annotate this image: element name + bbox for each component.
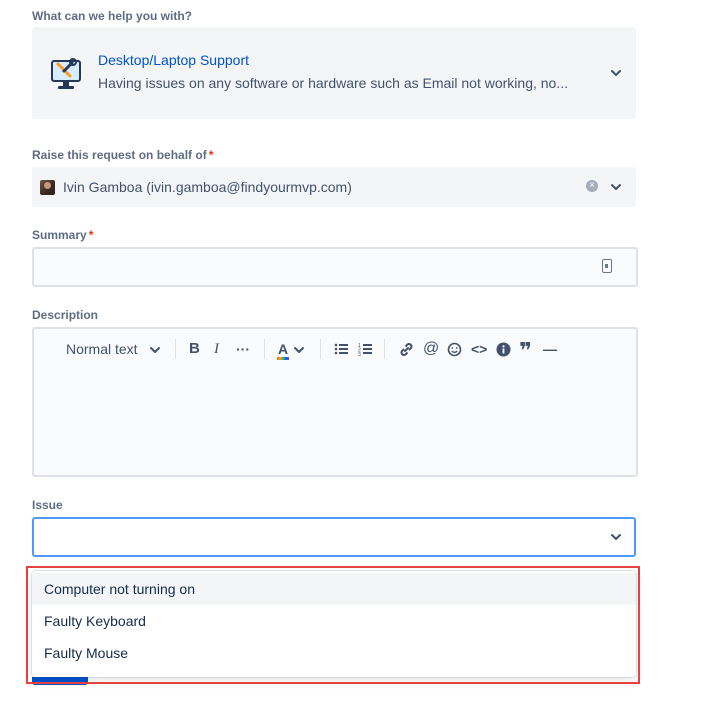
info-icon[interactable] xyxy=(496,342,511,357)
description-label: Description xyxy=(32,308,99,322)
color-bar xyxy=(277,357,289,360)
text-style-dropdown[interactable]: Normal text xyxy=(66,339,138,359)
request-type-title[interactable]: Desktop/Laptop Support xyxy=(98,52,249,68)
summary-label: Summary * xyxy=(32,228,93,242)
toolbar-divider xyxy=(320,339,321,359)
toolbar-divider xyxy=(175,339,176,359)
toolbar-divider xyxy=(264,339,265,359)
summary-label-text: Summary xyxy=(32,228,87,242)
quote-button[interactable]: ❞ xyxy=(519,340,532,362)
request-type-heading: What can we help you with? xyxy=(32,9,193,23)
chevron-down-icon[interactable] xyxy=(610,531,622,543)
description-text-area[interactable] xyxy=(34,369,636,475)
text-color-label: A xyxy=(278,341,289,357)
highlight-box xyxy=(26,566,640,684)
request-type-card[interactable]: Desktop/Laptop Support Having issues on … xyxy=(32,27,636,119)
description-editor[interactable]: Normal text B I ··· A 1 2 3 @ <> ❞ — xyxy=(32,327,638,477)
text-style-label: Normal text xyxy=(66,341,138,357)
behalf-select[interactable]: Ivin Gamboa (ivin.gamboa@findyourmvp.com… xyxy=(32,167,636,207)
bold-button[interactable]: B xyxy=(189,339,200,359)
chevron-down-icon[interactable] xyxy=(610,67,622,79)
chevron-down-icon[interactable] xyxy=(293,344,305,356)
behalf-label: Raise this request on behalf of * xyxy=(32,148,213,162)
behalf-value: Ivin Gamboa (ivin.gamboa@findyourmvp.com… xyxy=(63,179,352,195)
link-icon[interactable] xyxy=(399,342,414,357)
more-formatting-button[interactable]: ··· xyxy=(236,339,250,359)
summary-field[interactable] xyxy=(32,247,638,287)
required-marker: * xyxy=(88,228,94,242)
bullet-list-icon[interactable] xyxy=(334,342,348,356)
emoji-icon[interactable] xyxy=(447,342,462,357)
numbered-list-icon[interactable]: 1 2 3 xyxy=(358,342,372,356)
text-color-button[interactable]: A xyxy=(278,339,288,359)
behalf-label-text: Raise this request on behalf of xyxy=(32,148,207,162)
issue-select[interactable] xyxy=(32,517,636,557)
chevron-down-icon[interactable] xyxy=(149,344,161,356)
desktop-support-icon xyxy=(51,58,81,89)
code-button[interactable]: <> xyxy=(471,339,487,359)
editor-toolbar: Normal text B I ··· A 1 2 3 @ <> ❞ — xyxy=(34,329,636,369)
issue-label: Issue xyxy=(32,498,63,512)
mention-button[interactable]: @ xyxy=(423,339,439,359)
clear-icon[interactable]: × xyxy=(586,180,598,192)
request-type-description: Having issues on any software or hardwar… xyxy=(98,75,569,91)
toolbar-divider xyxy=(384,339,385,359)
field-autofill-icon[interactable] xyxy=(602,259,612,273)
summary-input[interactable] xyxy=(42,249,596,287)
italic-button[interactable]: I xyxy=(214,339,219,359)
avatar xyxy=(40,180,55,195)
required-marker: * xyxy=(208,148,214,162)
chevron-down-icon[interactable] xyxy=(610,181,622,193)
svg-text:3: 3 xyxy=(358,352,361,356)
divider-button[interactable]: — xyxy=(543,339,557,359)
